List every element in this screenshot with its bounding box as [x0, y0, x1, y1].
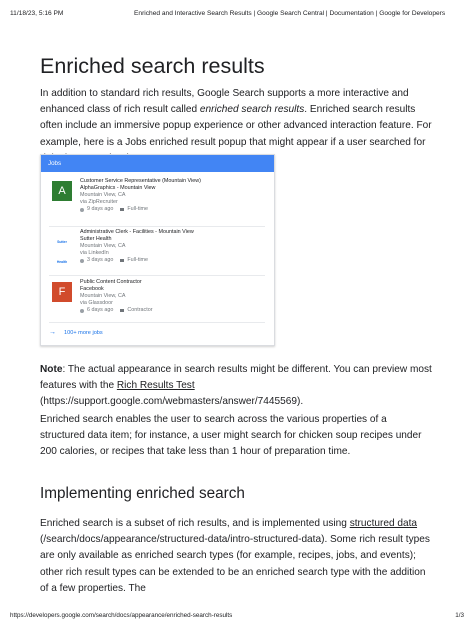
company-logo: Sutter Health — [52, 232, 72, 264]
company-logo: A — [52, 181, 72, 201]
company-logo: F — [52, 282, 72, 302]
body-paragraph: Enriched search enables the user to sear… — [40, 414, 422, 458]
arrow-right-icon: → — [49, 329, 56, 336]
job-posted: 9 days ago — [87, 206, 114, 212]
job-source: via Glassdoor — [80, 300, 113, 306]
divider — [49, 322, 265, 323]
footer-url: https://developers.google.com/search/doc… — [10, 612, 233, 619]
job-location: Mountain View, CA — [80, 192, 126, 198]
intro-emphasis: enriched search results — [199, 104, 305, 116]
para3-text-b: (/search/docs/appearance/structured-data… — [40, 534, 430, 594]
clock-icon — [80, 258, 84, 263]
note-url: (https://support.google.com/webmasters/a… — [40, 396, 304, 408]
print-timestamp: 11/18/23, 5:16 PM — [10, 10, 64, 17]
note-paragraph: Note: The actual appearance in search re… — [40, 362, 434, 411]
job-item[interactable]: Sutter Health Administrative Clerk - Fac… — [49, 229, 261, 271]
note-label: Note — [40, 364, 63, 375]
job-posted: 6 days ago — [87, 307, 114, 313]
job-source: via LinkedIn — [80, 250, 109, 256]
job-item[interactable]: A Customer Service Representative (Mount… — [49, 178, 261, 220]
rich-results-test-link[interactable]: Rich Results Test — [117, 380, 195, 391]
more-jobs-link[interactable]: → 100+ more jobs — [49, 329, 103, 336]
page-number: 1/3 — [455, 612, 464, 619]
para3-text-a: Enriched search is a subset of rich resu… — [40, 518, 350, 529]
briefcase-icon — [120, 309, 125, 312]
structured-data-link[interactable]: structured data — [350, 518, 417, 529]
jobs-card-header: Jobs — [41, 155, 274, 172]
jobs-popup-example: Jobs A Customer Service Representative (… — [40, 154, 275, 346]
briefcase-icon — [120, 208, 125, 211]
job-company: AlphaGraphics - Mountain View — [80, 185, 156, 191]
job-item[interactable]: F Public Content Contractor Facebook Mou… — [49, 279, 261, 321]
job-type: Contractor — [127, 307, 153, 313]
print-header: 11/18/23, 5:16 PM Enriched and Interacti… — [10, 10, 464, 20]
clock-icon — [80, 207, 84, 212]
job-location: Mountain View, CA — [80, 293, 126, 299]
print-footer: https://developers.google.com/search/doc… — [10, 612, 464, 619]
print-page-title: Enriched and Interactive Search Results … — [134, 10, 446, 17]
section-heading: Implementing enriched search — [40, 485, 245, 502]
job-company: Sutter Health — [80, 236, 112, 242]
job-posted: 3 days ago — [87, 257, 114, 263]
divider — [49, 226, 265, 227]
job-source: via ZipRecruiter — [80, 199, 118, 205]
briefcase-icon — [120, 259, 125, 262]
clock-icon — [80, 308, 84, 313]
job-company: Facebook — [80, 286, 104, 292]
note-text: : The actual appearance in search result… — [40, 364, 432, 392]
job-title: Administrative Clerk - Facilities - Moun… — [80, 229, 194, 235]
page-title: Enriched search results — [40, 54, 265, 78]
more-jobs-label: 100+ more jobs — [64, 329, 103, 336]
job-title: Public Content Contractor — [80, 279, 142, 285]
job-type: Full-time — [127, 257, 149, 263]
job-type: Full-time — [127, 206, 149, 212]
divider — [49, 275, 265, 276]
job-location: Mountain View, CA — [80, 243, 126, 249]
body-paragraph: Enriched search is a subset of rich resu… — [40, 516, 434, 597]
job-title: Customer Service Representative (Mountai… — [80, 178, 201, 184]
